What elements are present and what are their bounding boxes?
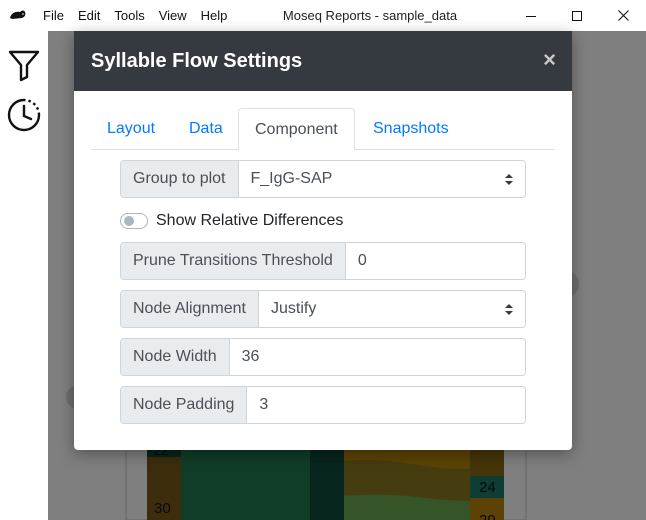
node-width-label: Node Width <box>121 339 230 375</box>
window-titlebar: File Edit Tools View Help Moseq Reports … <box>0 0 646 31</box>
history-icon[interactable] <box>6 97 42 133</box>
tab-component[interactable]: Component <box>238 108 355 151</box>
minimize-button[interactable] <box>508 0 554 31</box>
node-width-group: Node Width 36 <box>120 338 526 376</box>
modal-close-button[interactable]: × <box>543 48 556 72</box>
toggle-knob <box>124 216 134 226</box>
group-to-plot-selected: F_IgG-SAP <box>250 170 333 187</box>
modal-title: Syllable Flow Settings <box>91 49 303 72</box>
group-to-plot-value[interactable]: F_IgG-SAP <box>238 161 525 197</box>
prune-threshold-label: Prune Transitions Threshold <box>121 243 346 279</box>
prune-threshold-group: Prune Transitions Threshold 0 <box>120 242 526 280</box>
tab-data[interactable]: Data <box>173 108 239 150</box>
node-alignment-label: Node Alignment <box>121 291 259 327</box>
settings-tabs: Layout Data Component Snapshots <box>91 108 555 151</box>
prune-threshold-input[interactable]: 0 <box>345 243 525 279</box>
select-arrows-icon <box>505 174 513 185</box>
left-toolbar <box>0 31 48 520</box>
close-window-button[interactable] <box>600 0 646 31</box>
minimize-icon <box>526 15 536 17</box>
close-icon <box>617 10 629 21</box>
select-arrows-icon <box>505 304 513 315</box>
filter-icon[interactable] <box>6 47 42 83</box>
maximize-button[interactable] <box>554 0 600 31</box>
group-to-plot-label: Group to plot <box>121 161 239 197</box>
toggle-switch[interactable] <box>120 213 148 229</box>
tab-snapshots[interactable]: Snapshots <box>357 108 465 150</box>
syllable-flow-settings-modal: Syllable Flow Settings × Layout Data Com… <box>74 31 572 450</box>
node-width-input[interactable]: 36 <box>229 339 525 375</box>
node-alignment-value[interactable]: Justify <box>258 291 525 327</box>
node-alignment-selected: Justify <box>270 300 317 317</box>
relative-differences-switch[interactable]: Show Relative Differences <box>120 209 343 233</box>
group-to-plot-select[interactable]: Group to plot F_IgG-SAP <box>120 160 526 198</box>
node-padding-label: Node Padding <box>121 387 248 423</box>
node-padding-input[interactable]: 3 <box>247 387 525 423</box>
node-alignment-select[interactable]: Node Alignment Justify <box>120 290 526 328</box>
relative-differences-label: Show Relative Differences <box>156 212 344 229</box>
maximize-icon <box>572 10 582 21</box>
tab-layout[interactable]: Layout <box>91 108 171 150</box>
node-padding-group: Node Padding 3 <box>120 386 526 424</box>
modal-header: Syllable Flow Settings × <box>74 31 572 91</box>
